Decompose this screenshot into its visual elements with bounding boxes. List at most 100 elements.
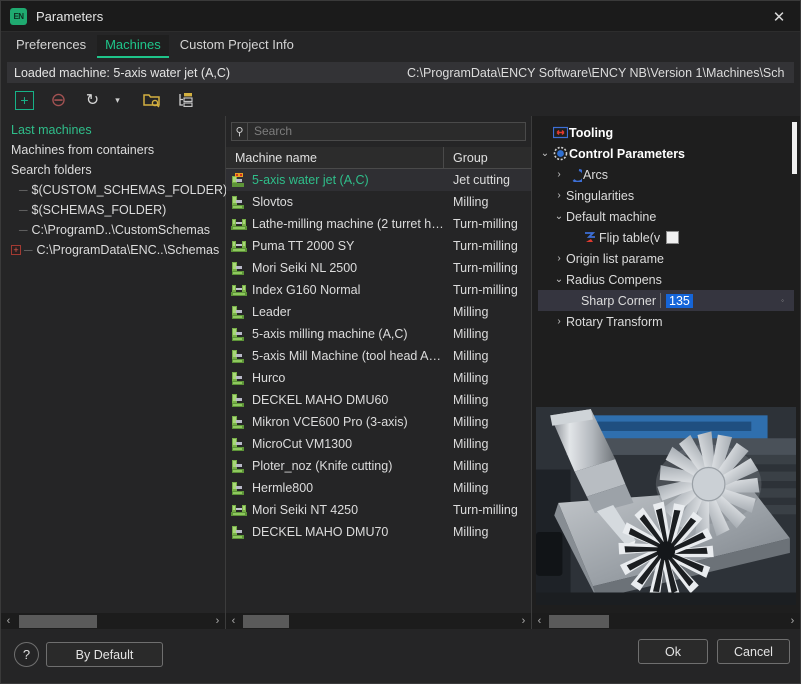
table-row[interactable]: Lathe-milling machine (2 turret he...Tur… [226, 213, 531, 235]
chevron-down-icon[interactable]: ⌄ [552, 274, 566, 285]
scroll-track[interactable] [16, 614, 210, 629]
table-header: Machine name Group [226, 147, 531, 169]
scroll-right-icon[interactable]: › [785, 615, 800, 627]
mill-machine-icon [226, 349, 248, 364]
table-row[interactable]: DECKEL MAHO DMU60Milling [226, 389, 531, 411]
tab-machines[interactable]: Machines [97, 35, 169, 58]
table-row[interactable]: Mori Seiki NL 2500Turn-milling [226, 257, 531, 279]
machine-group-cell: Milling [444, 195, 488, 209]
search-icon[interactable]: ⚲ [231, 122, 248, 141]
tree-item-schemas-folder[interactable]: ─ $(SCHEMAS_FOLDER) [11, 200, 225, 220]
param-item-sharp-corner[interactable]: Sharp Corner 135 ◦ [538, 290, 794, 311]
table-row[interactable]: LeaderMilling [226, 301, 531, 323]
scroll-right-icon[interactable]: › [516, 615, 531, 627]
tree-item-custom-schemas-path[interactable]: ─ C:\ProgramD..\CustomSchemas [11, 220, 225, 240]
table-row[interactable]: Mori Seiki NT 4250Turn-milling [226, 499, 531, 521]
left-horizontal-scrollbar[interactable]: ‹ › [1, 613, 225, 629]
chevron-right-icon[interactable]: › [552, 169, 566, 180]
scroll-thumb[interactable] [549, 615, 609, 628]
refresh-icon[interactable]: ↻ [83, 91, 102, 110]
machines-toolbar: + ⊖ ↻ ▾ [1, 83, 800, 117]
loaded-machine-label: Loaded machine: 5-axis water jet (A,C) [7, 66, 230, 80]
close-icon[interactable]: ✕ [758, 1, 800, 32]
machine-name-cell: 5-axis Mill Machine (tool head A,C) [248, 349, 444, 363]
right-horizontal-scrollbar[interactable]: ‹ › [532, 613, 800, 629]
machine-group-cell: Jet cutting [444, 173, 510, 187]
parameters-vertical-scrollbar[interactable] [792, 122, 797, 372]
scroll-left-icon[interactable]: ‹ [532, 615, 547, 627]
tree-item-programdata-schemas[interactable]: + ─ C:\ProgramData\ENC..\Schemas [11, 240, 225, 260]
by-default-button[interactable]: By Default [46, 642, 163, 667]
cancel-button[interactable]: Cancel [717, 639, 790, 664]
chevron-down-icon[interactable]: ⌄ [552, 211, 566, 222]
param-item-default-machine[interactable]: ⌄ Default machine [538, 206, 800, 227]
table-row[interactable]: DECKEL MAHO DMU70Milling [226, 521, 531, 543]
table-row[interactable]: 5-axis Mill Machine (tool head A,C)Milli… [226, 345, 531, 367]
tree-item-custom-schemas-folder[interactable]: ─ $(CUSTOM_SCHEMAS_FOLDER) [11, 180, 225, 200]
machine-name-cell: 5-axis water jet (A,C) [248, 173, 444, 187]
scroll-track[interactable] [547, 614, 785, 629]
table-row[interactable]: Hermle800Milling [226, 477, 531, 499]
scroll-thumb[interactable] [19, 615, 97, 628]
scroll-left-icon[interactable]: ‹ [226, 615, 241, 627]
folder-search-icon[interactable] [142, 91, 161, 110]
table-row[interactable]: Mikron VCE600 Pro (3-axis)Milling [226, 411, 531, 433]
table-row[interactable]: SlovtosMilling [226, 191, 531, 213]
table-row[interactable]: Index G160 NormalTurn-milling [226, 279, 531, 301]
param-item-origin-list[interactable]: › Origin list parame [538, 248, 800, 269]
mill-machine-icon [226, 393, 248, 408]
chevron-right-icon[interactable]: › [552, 316, 566, 327]
table-row[interactable]: Ploter_noz (Knife cutting)Milling [226, 455, 531, 477]
expand-plus-icon[interactable]: + [11, 245, 21, 255]
scroll-thumb[interactable] [243, 615, 289, 628]
chevron-down-icon[interactable]: ▾ [108, 91, 127, 110]
remove-machine-icon[interactable]: ⊖ [49, 91, 68, 110]
machine-group-cell: Milling [444, 327, 488, 341]
ok-button[interactable]: Ok [638, 639, 708, 664]
mid-horizontal-scrollbar[interactable]: ‹ › [226, 613, 531, 629]
machine-group-cell: Turn-milling [444, 239, 518, 253]
table-row[interactable]: 5-axis water jet (A,C)Jet cutting [226, 169, 531, 191]
tree-item-machines-from-containers[interactable]: Machines from containers [11, 140, 225, 160]
machine-group-cell: Milling [444, 371, 488, 385]
scroll-thumb[interactable] [792, 122, 797, 174]
tree-item-last-machines[interactable]: Last machines [11, 120, 225, 140]
chevron-down-icon[interactable]: ⌄ [538, 148, 552, 159]
tab-custom-project-info[interactable]: Custom Project Info [172, 35, 302, 58]
machine-group-cell: Milling [444, 437, 488, 451]
param-item-rotary-transform[interactable]: › Rotary Transform [538, 311, 800, 332]
param-item-label: Default machine [566, 210, 656, 224]
machine-group-cell: Milling [444, 525, 488, 539]
help-button[interactable]: ? [14, 642, 39, 667]
search-input[interactable] [248, 122, 526, 141]
param-item-tooling[interactable]: Tooling [538, 122, 800, 143]
table-row[interactable]: Puma TT 2000 SYTurn-milling [226, 235, 531, 257]
table-row[interactable]: MicroCut VM1300Milling [226, 433, 531, 455]
param-item-label: Radius Compens [566, 273, 662, 287]
tree-list-icon[interactable] [176, 91, 195, 110]
scroll-right-icon[interactable]: › [210, 615, 225, 627]
param-item-arcs[interactable]: › Arcs [538, 164, 800, 185]
tree-item-search-folders[interactable]: Search folders [11, 160, 225, 180]
param-item-flip-table[interactable]: Flip table(v [538, 227, 800, 248]
loaded-machine-path: C:\ProgramData\ENCY Software\ENCY NB\Ver… [407, 62, 794, 83]
param-item-label: Flip table(v [599, 231, 660, 245]
scroll-track[interactable] [241, 614, 516, 629]
tooling-icon [552, 126, 569, 139]
flip-table-checkbox[interactable] [666, 231, 679, 244]
param-item-singularities[interactable]: › Singularities [538, 185, 800, 206]
chevron-right-icon[interactable]: › [552, 253, 566, 264]
sharp-corner-value-input[interactable]: 135 [666, 294, 693, 308]
machine-name-cell: Index G160 Normal [248, 283, 444, 297]
column-header-machine-name[interactable]: Machine name [226, 147, 444, 169]
tab-preferences[interactable]: Preferences [8, 35, 94, 58]
scroll-left-icon[interactable]: ‹ [1, 615, 16, 627]
add-machine-icon[interactable]: + [15, 91, 34, 110]
table-row[interactable]: HurcoMilling [226, 367, 531, 389]
chevron-right-icon[interactable]: › [552, 190, 566, 201]
param-item-radius-compensation[interactable]: ⌄ Radius Compens [538, 269, 800, 290]
param-item-control-parameters[interactable]: ⌄ Control Parameters [538, 143, 800, 164]
column-header-group[interactable]: Group [444, 151, 488, 165]
machine-group-cell: Milling [444, 349, 488, 363]
table-row[interactable]: 5-axis milling machine (A,C)Milling [226, 323, 531, 345]
